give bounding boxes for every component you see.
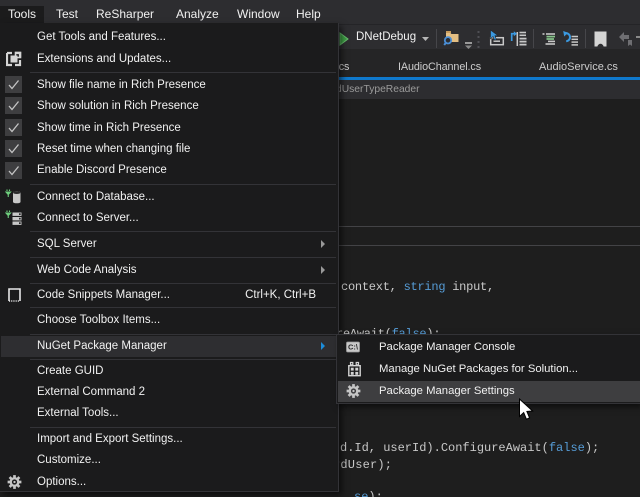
svg-text:C:\: C:\ (348, 343, 359, 352)
